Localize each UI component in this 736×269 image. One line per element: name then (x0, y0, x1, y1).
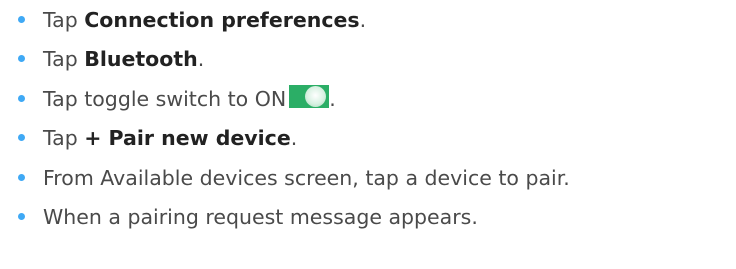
step-text: From Available devices screen, tap a dev… (43, 165, 570, 190)
step-select-device: From Available devices screen, tap a dev… (0, 161, 736, 200)
step-text: Tap (43, 8, 85, 32)
bullet-icon (18, 16, 25, 23)
step-bold-text: Connection preferences (84, 8, 360, 32)
bullet-icon (18, 55, 25, 63)
step-bold-text: Bluetooth (84, 47, 198, 72)
step-toggle-on: Tap toggle switch to ON. (0, 82, 736, 121)
step-punctuation: . (197, 47, 205, 72)
bullet-icon (18, 212, 25, 220)
instruction-list: Tap Connection preferences. Tap Bluetoot… (0, 3, 736, 239)
step-pairing-request: When a pairing request message appears. (0, 200, 736, 239)
step-pair-new-device: Tap + Pair new device. (0, 121, 736, 160)
step-bluetooth: Tap Bluetooth. (0, 42, 736, 81)
step-bold-text: + Pair new device (84, 126, 291, 151)
bullet-icon (18, 173, 25, 181)
step-punctuation: . (329, 86, 336, 111)
step-punctuation: . (359, 8, 367, 32)
step-text: Tap toggle switch to ON (43, 86, 287, 111)
step-connection-preferences: Tap Connection preferences. (0, 3, 736, 42)
step-text: Tap (43, 126, 85, 151)
step-punctuation: . (290, 126, 298, 151)
bullet-icon (18, 134, 25, 142)
toggle-switch-on-icon (289, 84, 330, 108)
step-text: When a pairing request message appears. (43, 204, 478, 229)
step-text: Tap (43, 47, 85, 72)
bullet-icon (18, 94, 25, 102)
toggle-knob (305, 85, 327, 107)
